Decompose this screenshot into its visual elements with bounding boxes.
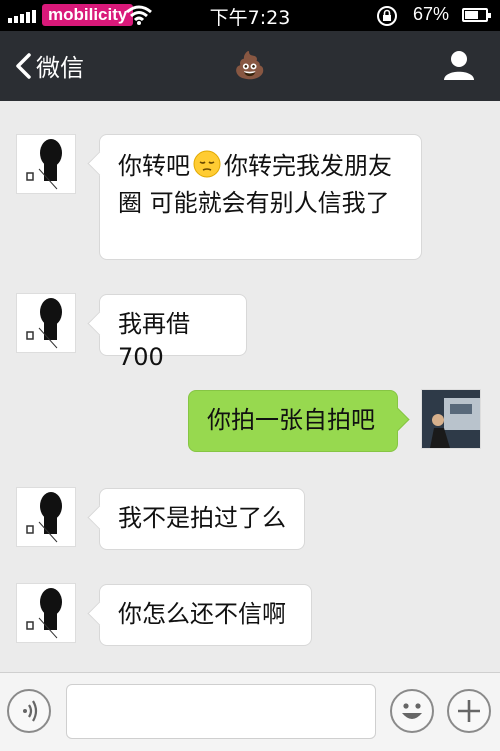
- profile-button[interactable]: [442, 49, 476, 85]
- message-input[interactable]: [66, 684, 376, 739]
- input-bar: [0, 672, 500, 751]
- battery-icon: [462, 8, 491, 22]
- chat-area[interactable]: 你转吧 你转完我发朋友圈 可能就会有别人信我了 我再借700 你拍一张自拍吧 我不…: [0, 101, 500, 672]
- message-bubble[interactable]: 你怎么还不信啊: [99, 584, 312, 646]
- message-bubble-sent[interactable]: 你拍一张自拍吧: [188, 390, 398, 452]
- voice-icon: [23, 700, 38, 722]
- rotation-lock-icon: [377, 6, 397, 26]
- chat-title: 💩: [233, 51, 267, 81]
- plus-icon: [458, 700, 480, 722]
- message-bubble[interactable]: 我不是拍过了么: [99, 488, 305, 550]
- nav-bar: 微信 💩: [0, 31, 500, 101]
- message-bubble[interactable]: 我再借700: [99, 294, 247, 371]
- emoji-icon: [402, 703, 422, 719]
- friend-avatar[interactable]: [16, 487, 76, 547]
- message-bubble[interactable]: 你转吧 你转完我发朋友圈 可能就会有别人信我了: [99, 134, 422, 260]
- pensive-face-icon: [193, 150, 221, 187]
- friend-avatar[interactable]: [16, 293, 76, 353]
- emoji-button[interactable]: [390, 689, 434, 733]
- person-icon: [444, 51, 474, 80]
- message-text: 你拍一张自拍吧: [207, 406, 375, 434]
- message-text: 我不是拍过了么: [118, 504, 286, 532]
- my-avatar[interactable]: [421, 389, 481, 449]
- message-text: 你怎么还不信啊: [118, 600, 286, 628]
- friend-avatar[interactable]: [16, 583, 76, 643]
- message-text: 你转吧: [118, 152, 190, 180]
- voice-button[interactable]: [7, 689, 51, 733]
- battery-percent: 67%: [413, 4, 450, 24]
- more-button[interactable]: [447, 689, 491, 733]
- status-bar: mobilicity 下午7:23 67%: [0, 0, 500, 31]
- friend-avatar[interactable]: [16, 134, 76, 194]
- message-text: 我再借700: [118, 310, 190, 371]
